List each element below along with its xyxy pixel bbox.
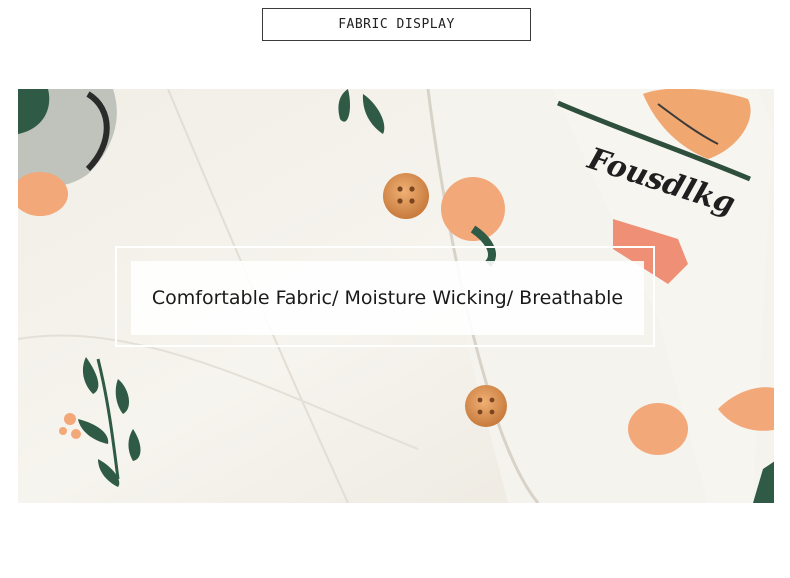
caption-text: Comfortable Fabric/ Moisture Wicking/ Br… [131,261,644,335]
section-title: FABRIC DISPLAY [262,8,531,41]
